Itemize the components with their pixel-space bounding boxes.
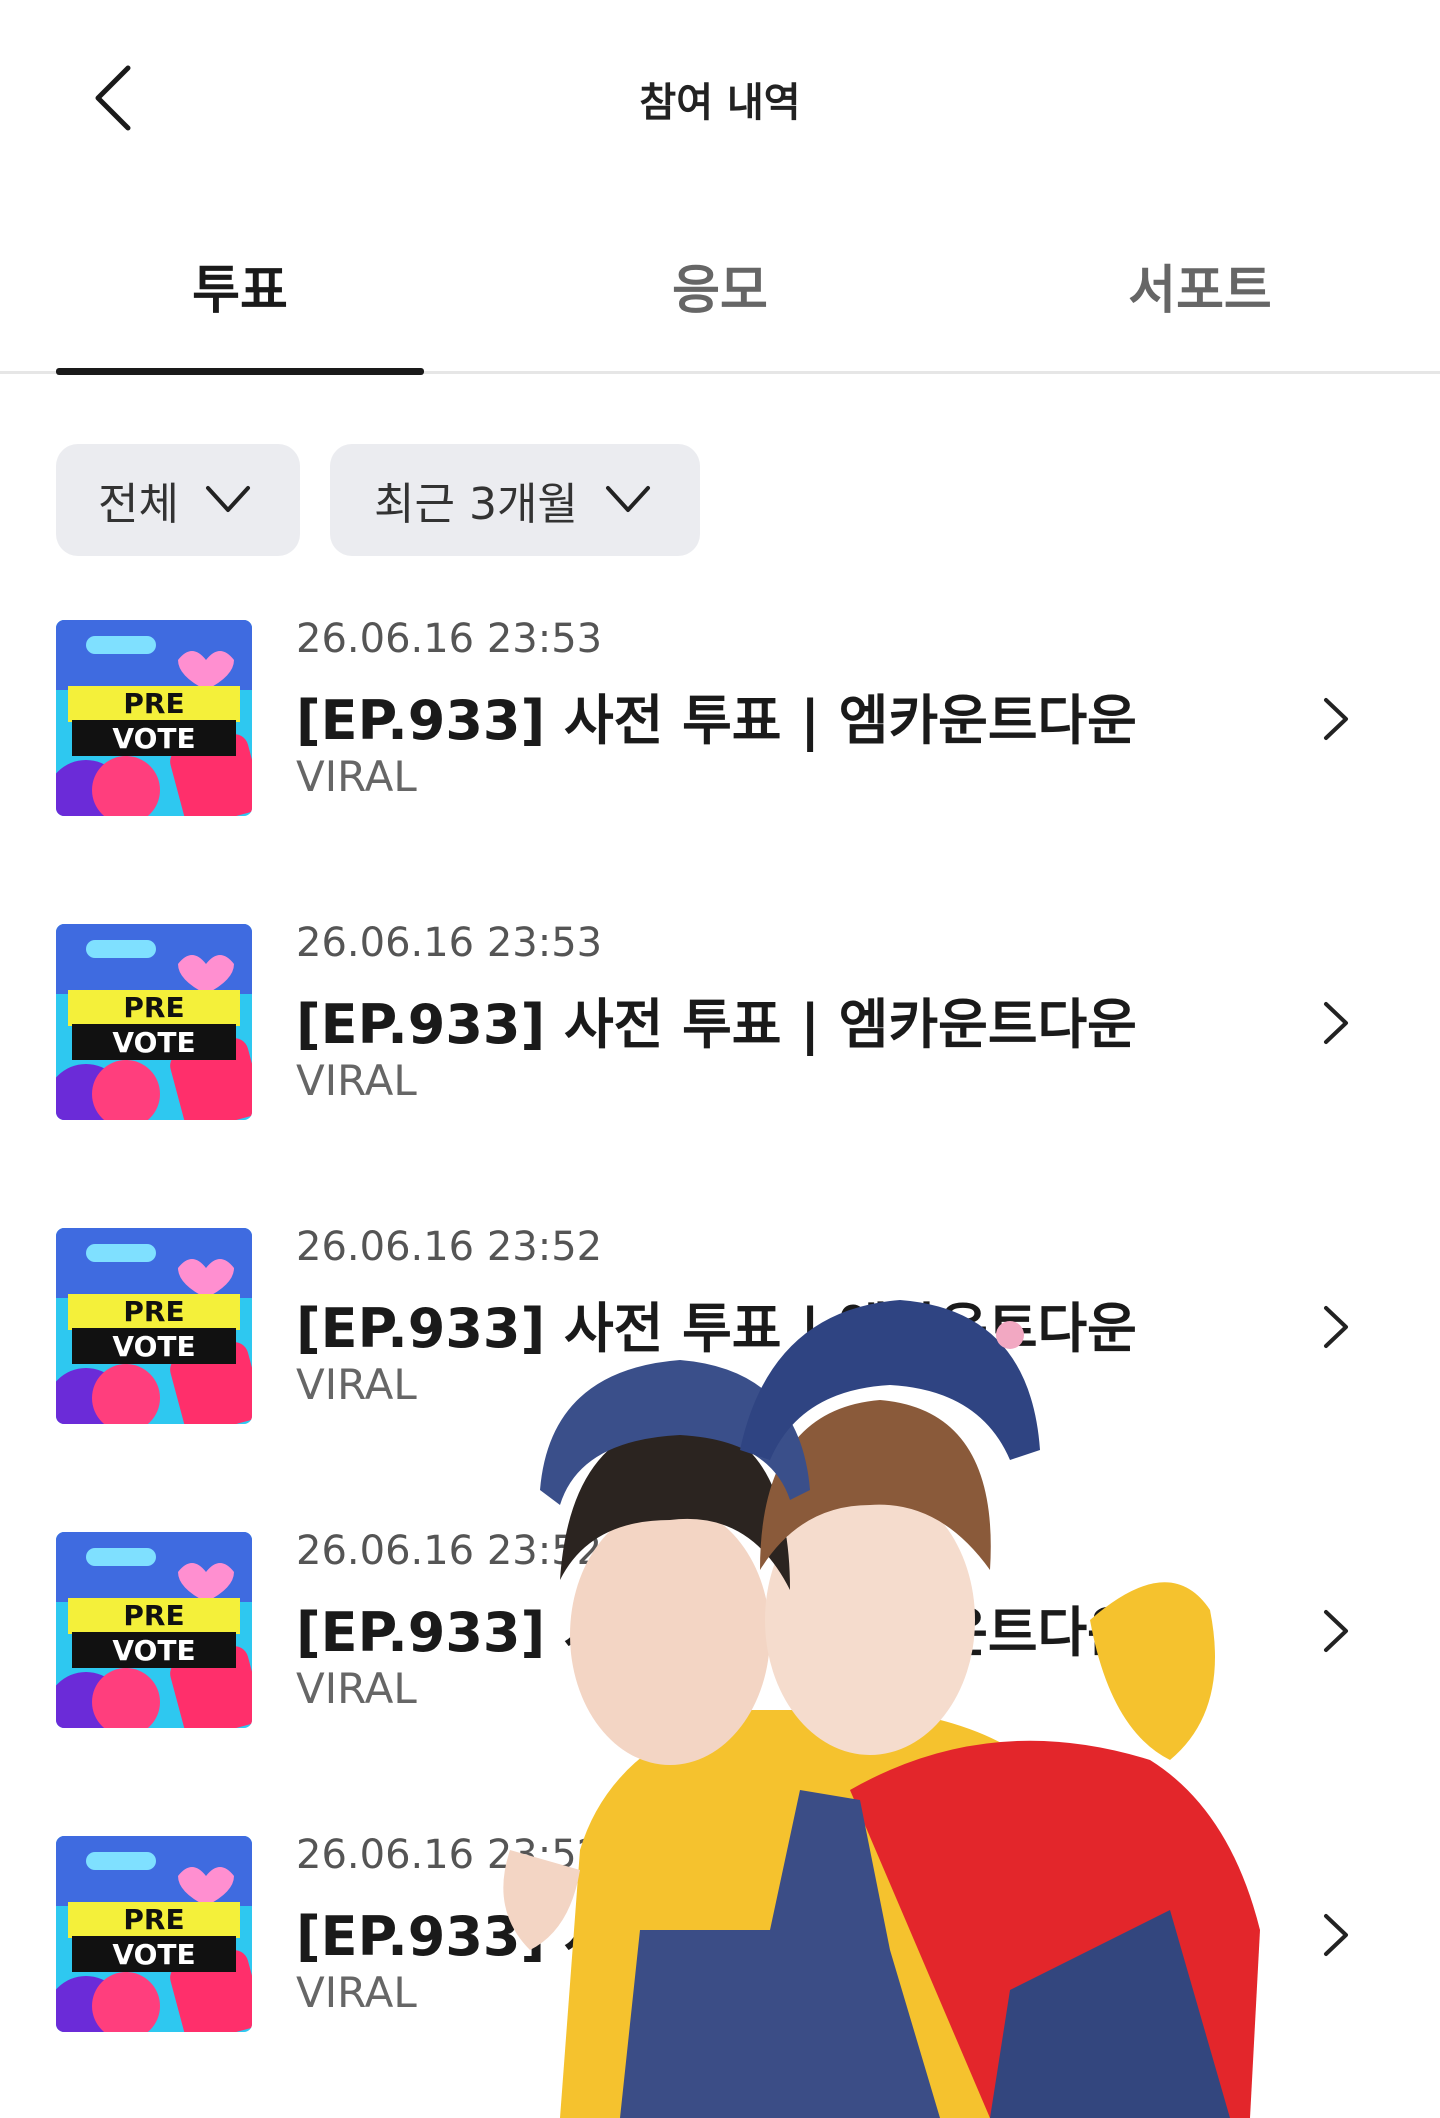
pre-vote-thumbnail: PRE VOTE bbox=[56, 1836, 252, 2032]
thumbnail-vote-text: VOTE bbox=[112, 1938, 195, 1971]
item-date: 26.06.16 23:53 bbox=[296, 920, 603, 966]
filter-type-dropdown[interactable]: 전체 bbox=[56, 444, 300, 556]
item-subtitle: VIRAL bbox=[296, 1664, 417, 1713]
active-tab-indicator bbox=[56, 368, 424, 375]
filter-period-dropdown[interactable]: 최근 3개월 bbox=[330, 444, 700, 556]
thumbnail-vote-text: VOTE bbox=[112, 1026, 195, 1059]
item-subtitle: VIRAL bbox=[296, 1056, 417, 1105]
chevron-right-icon bbox=[1324, 1914, 1348, 1956]
tab-entry[interactable]: 응모 bbox=[480, 248, 960, 323]
item-title: [EP.933] 사전 투표 | 엠카운트다운 bbox=[296, 689, 1137, 752]
pre-vote-thumbnail: PRE VOTE bbox=[56, 620, 252, 816]
filter-period-label: 최근 3개월 bbox=[374, 479, 578, 530]
thumbnail-pre-text: PRE bbox=[123, 1295, 184, 1328]
chevron-down-icon bbox=[606, 486, 650, 512]
item-subtitle: VIRAL bbox=[296, 1360, 417, 1409]
photo-sticker-overlay bbox=[503, 1300, 1260, 2118]
thumbnail-pre-text: PRE bbox=[123, 991, 184, 1024]
chevron-right-icon bbox=[1324, 698, 1348, 740]
chevron-right-icon bbox=[1324, 1306, 1348, 1348]
item-date: 26.06.16 23:53 bbox=[296, 616, 603, 662]
item-subtitle: VIRAL bbox=[296, 1968, 417, 2017]
chevron-right-icon bbox=[1324, 1610, 1348, 1652]
thumbnail-vote-text: VOTE bbox=[112, 1634, 195, 1667]
chevron-right-icon bbox=[1324, 1002, 1348, 1044]
list-item[interactable]: PRE VOTE 26.06.16 23:53 [EP.933] 사전 투표 |… bbox=[0, 600, 1440, 828]
item-title: [EP.933] 사전 투표 | 엠카운트다운 bbox=[296, 993, 1137, 1056]
filter-type-label: 전체 bbox=[98, 479, 179, 530]
header: 참여 내역 bbox=[0, 0, 1440, 190]
tab-vote[interactable]: 투표 bbox=[0, 248, 480, 323]
thumbnail-vote-text: VOTE bbox=[112, 1330, 195, 1363]
item-subtitle: VIRAL bbox=[296, 752, 417, 801]
tab-bar: 투표 응모 서포트 bbox=[0, 230, 1440, 375]
thumbnail-vote-text: VOTE bbox=[112, 722, 195, 755]
item-date: 26.06.16 23:52 bbox=[296, 1224, 603, 1270]
thumbnail-pre-text: PRE bbox=[123, 1903, 184, 1936]
pre-vote-thumbnail: PRE VOTE bbox=[56, 924, 252, 1120]
thumbnail-pre-text: PRE bbox=[123, 1599, 184, 1632]
thumbnail-pre-text: PRE bbox=[123, 687, 184, 720]
list-item[interactable]: PRE VOTE 26.06.16 23:53 [EP.933] 사전 투표 |… bbox=[0, 904, 1440, 1132]
page-title: 참여 내역 bbox=[639, 80, 801, 126]
pre-vote-thumbnail: PRE VOTE bbox=[56, 1228, 252, 1424]
chevron-down-icon bbox=[206, 486, 250, 512]
tab-support[interactable]: 서포트 bbox=[960, 248, 1440, 323]
pre-vote-thumbnail: PRE VOTE bbox=[56, 1532, 252, 1728]
